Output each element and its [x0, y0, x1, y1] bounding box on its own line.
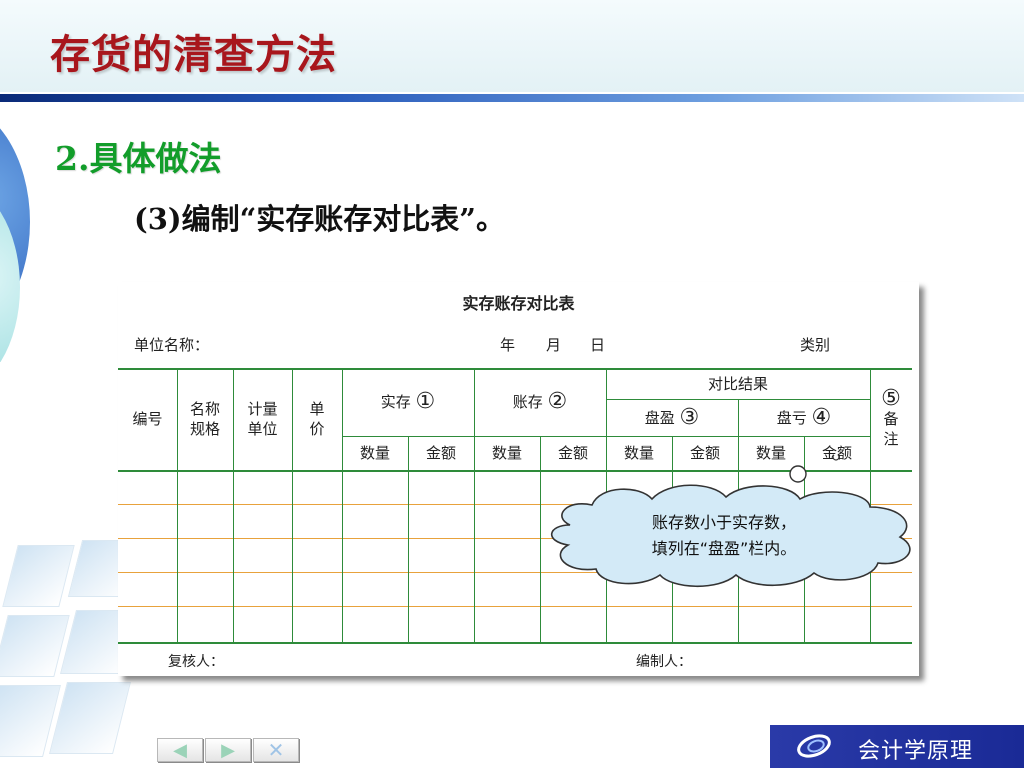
category-label: 类别: [800, 336, 831, 354]
header-unit-line: 单位: [247, 420, 278, 438]
close-slide-button[interactable]: ✕: [253, 738, 299, 762]
next-slide-button[interactable]: ▶: [205, 738, 251, 762]
header-qty: 数量: [359, 444, 390, 462]
brand-text: 会计学原理: [858, 739, 974, 764]
decoration-square: [2, 545, 75, 607]
header-unit: 计量 单位: [233, 368, 292, 470]
header-name-spec-line: 规格: [189, 420, 220, 438]
brand-bar: 会计学原理: [770, 725, 1024, 768]
header-book-label: 账存: [512, 393, 543, 411]
decoration-square: [49, 682, 131, 754]
header-number: 编号: [132, 410, 163, 428]
header-name-spec-line: 名称: [189, 400, 220, 418]
day-label: 日: [590, 336, 606, 354]
marker-3: ③: [679, 404, 700, 430]
marker-2: ②: [547, 389, 568, 414]
header-actual: 实存 ①: [342, 368, 474, 436]
header-remark-line: 备: [883, 410, 899, 428]
table-bottom-rule: [118, 642, 912, 644]
marker-1: ①: [415, 389, 436, 414]
year-label: 年: [500, 336, 516, 354]
header-name-spec: 名称 规格: [177, 368, 233, 470]
callout-text: 账存数小于实存数， 填列在“盘盈”栏内。: [540, 510, 908, 562]
reviewer-label: 复核人：: [168, 654, 224, 670]
decoration-square: [0, 615, 70, 677]
marker-4: ④: [811, 404, 832, 430]
header-compare: 对比结果: [707, 374, 768, 393]
header-unit-line: 计量: [247, 400, 278, 418]
header-surplus-label: 盘盈: [644, 408, 675, 427]
brand-logo-icon: [797, 734, 831, 758]
month-label: 月: [546, 336, 562, 354]
header-price: 单 价: [292, 368, 342, 470]
callout-tail-small: [832, 455, 840, 461]
marker-5: ⑤: [881, 386, 901, 411]
slide-title: 存货的清查方法: [50, 31, 337, 78]
header-actual-label: 实存: [380, 393, 411, 411]
table-row: [118, 606, 912, 607]
prev-slide-button[interactable]: ◀: [157, 738, 203, 762]
callout-line: 账存数小于实存数，: [651, 513, 796, 532]
close-icon: ✕: [267, 738, 285, 762]
header-amount: 金额: [425, 444, 456, 462]
callout-tail-large: [789, 465, 807, 483]
header-price-line: 单: [309, 400, 325, 418]
callout-line: 填列在“盘盈”栏内。: [651, 539, 797, 558]
preparer-label: 编制人：: [636, 654, 692, 670]
header-price-line: 价: [309, 420, 325, 438]
arrow-right-icon: ▶: [221, 739, 235, 761]
left-decoration: [0, 102, 60, 362]
header-deficit-label: 盘亏: [776, 408, 807, 427]
header-deficit: 盘亏 ④: [738, 399, 870, 436]
header-book: 账存 ②: [474, 368, 606, 436]
section-subheading: (3)编制“实存账存对比表”。: [134, 202, 505, 236]
header-remark-line: 注: [883, 430, 899, 448]
header-rule: [0, 94, 1024, 102]
unit-name-label: 单位名称：: [134, 336, 210, 354]
section-heading: 2.具体做法: [55, 139, 222, 178]
header-surplus: 盘盈 ③: [606, 399, 738, 436]
arrow-left-icon: ◀: [173, 739, 187, 761]
table-title: 实存账存对比表: [462, 294, 575, 313]
callout-bubble: 账存数小于实存数， 填列在“盘盈”栏内。: [540, 488, 908, 588]
slide-navigation: ◀ ▶ ✕: [157, 738, 301, 762]
